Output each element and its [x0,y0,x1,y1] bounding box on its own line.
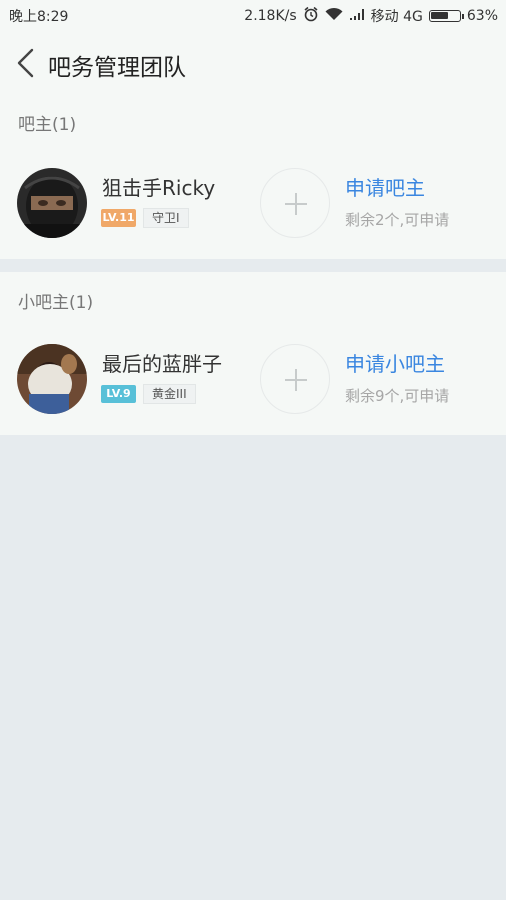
signal-icon [349,7,365,25]
member-name[interactable]: 最后的蓝胖子 [102,348,222,377]
avatar[interactable] [17,168,87,238]
rank-badge: 黄金III [143,384,196,404]
header-area: 晚上8:29 2.18K/s 移动 4G 63% 吧务管理团队 [0,0,506,96]
add-owner-button[interactable] [260,168,330,238]
carrier-label: 移动 4G [370,9,423,25]
battery-icon [428,10,464,22]
section-title: 小吧主(1) [18,293,94,313]
remaining-slots: 剩余2个,可申请 [345,211,450,229]
member-name[interactable]: 狙击手Ricky [102,172,215,201]
chevron-left-icon[interactable] [14,48,38,78]
level-badge: LV.9 [101,385,136,403]
status-time: 晚上8:29 [9,9,69,25]
status-right: 2.18K/s 移动 4G 63% [244,6,498,26]
add-sub-owner-button[interactable] [260,344,330,414]
status-bar: 晚上8:29 2.18K/s 移动 4G 63% [0,0,506,30]
wifi-icon [325,7,343,25]
network-speed: 2.18K/s [244,8,297,24]
page-title: 吧务管理团队 [48,55,186,81]
avatar[interactable] [17,344,87,414]
rank-badge: 守卫I [143,208,189,228]
section-title: 吧主(1) [18,115,77,135]
alarm-icon [303,6,319,26]
nav-bar: 吧务管理团队 [0,30,506,96]
section-owner: 吧主(1) 狙击手Ricky LV.11 守卫I 申请吧主 剩余2个,可申请 [0,96,506,259]
remaining-slots: 剩余9个,可申请 [345,387,450,405]
battery-percent: 63% [466,8,498,24]
section-sub-owner: 小吧主(1) 最后的蓝胖子 LV.9 黄金III 申请小吧主 剩余9个,可申请 [0,272,506,435]
apply-sub-owner-link[interactable]: 申请小吧主 [345,348,445,377]
level-badge: LV.11 [101,209,136,227]
apply-owner-link[interactable]: 申请吧主 [345,172,425,201]
